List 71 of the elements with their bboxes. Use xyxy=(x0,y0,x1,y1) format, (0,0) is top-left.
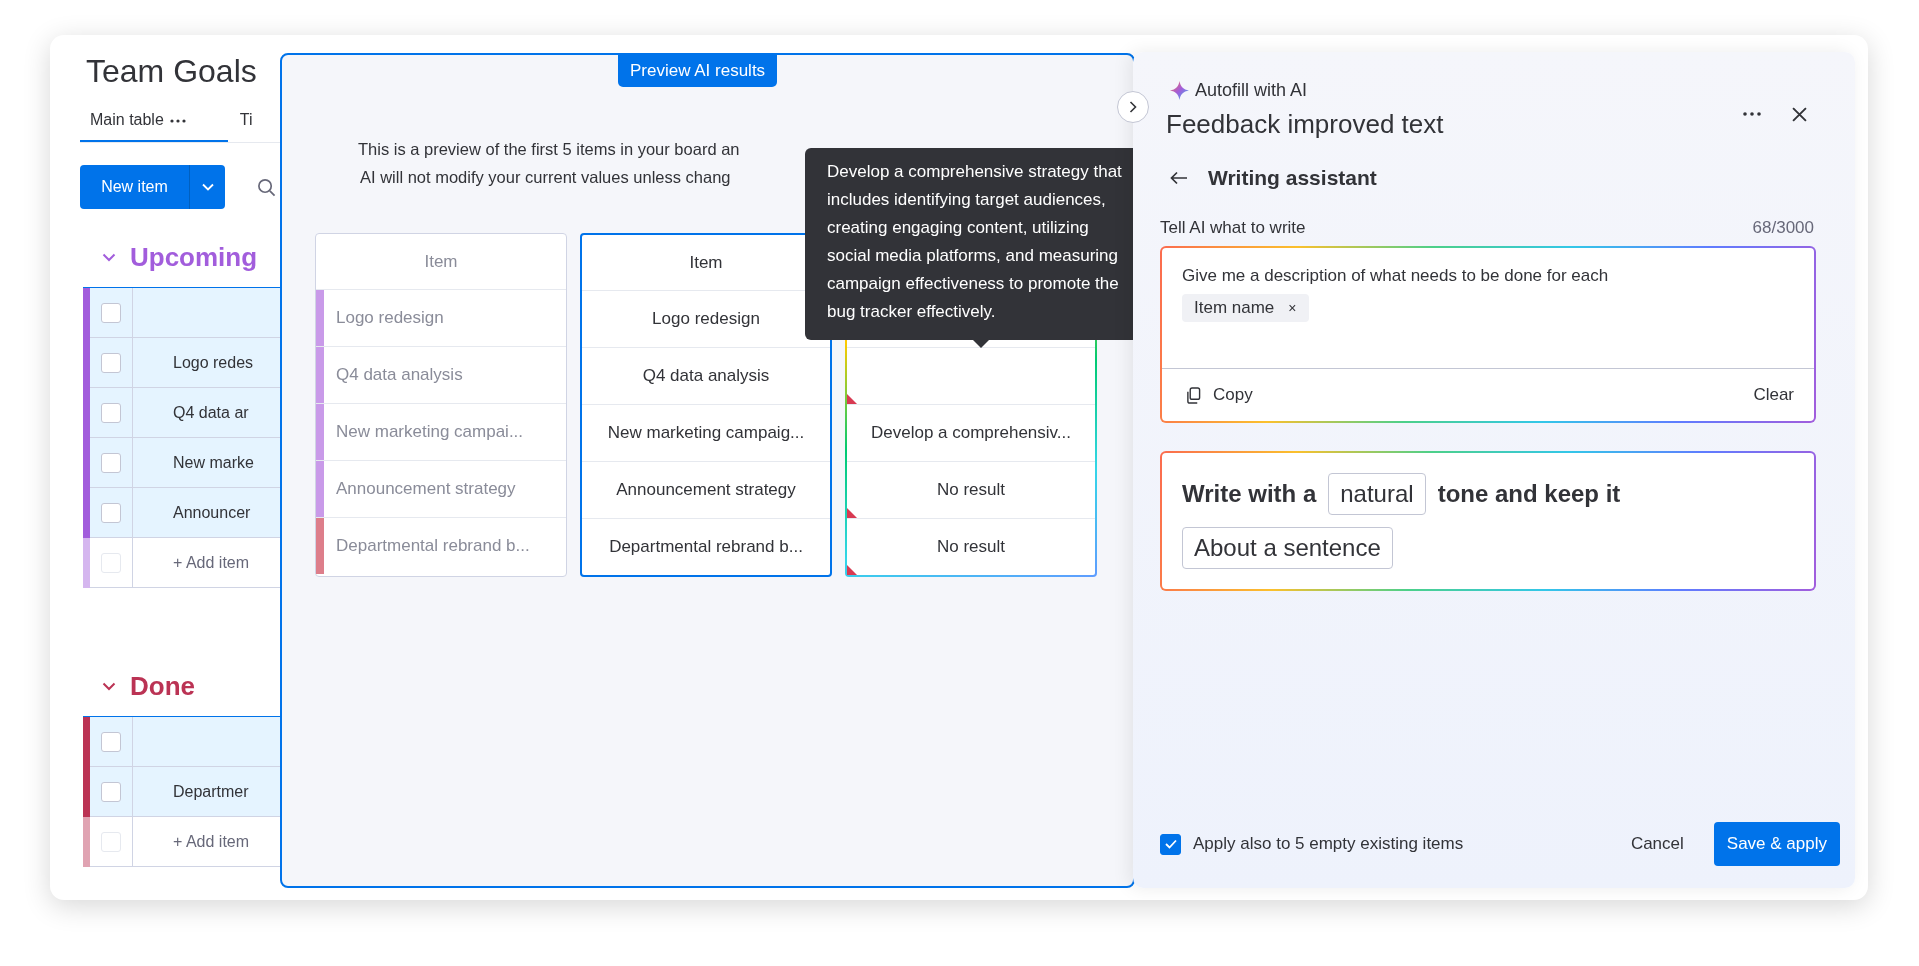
copy-button[interactable]: Copy xyxy=(1186,385,1253,405)
close-icon[interactable] xyxy=(1792,106,1807,122)
cancel-button[interactable]: Cancel xyxy=(1624,833,1690,855)
select-all-checkbox[interactable] xyxy=(101,302,121,323)
more-icon[interactable] xyxy=(169,119,186,123)
section-title: Writing assistant xyxy=(1208,166,1377,190)
copy-icon xyxy=(1186,386,1201,404)
more-icon[interactable] xyxy=(1742,112,1762,116)
table-cell: Announcement strategy xyxy=(336,479,516,499)
table-cell: Announcement strategy xyxy=(616,480,796,500)
table-cell: No result xyxy=(937,537,1005,557)
option-selector[interactable]: natural xyxy=(1328,473,1426,515)
item-name-chip[interactable]: Item name × xyxy=(1182,294,1309,322)
prompt-text: Give me a description of what needs to be done for each xyxy=(1182,266,1610,286)
row-checkbox[interactable] xyxy=(101,352,121,373)
item-name[interactable]: Q4 data ar xyxy=(173,403,249,422)
table-cell: Logo redesign xyxy=(336,308,444,328)
view-tab[interactable]: Ti xyxy=(229,100,263,142)
column-header: Item xyxy=(689,252,723,273)
table-cell: New marketing campai... xyxy=(336,422,524,442)
column-header: Item xyxy=(424,251,458,272)
table-cell: Q4 data analysis xyxy=(642,366,770,386)
save-apply-button[interactable]: Save & apply xyxy=(1713,822,1840,866)
item-name[interactable]: Announcer xyxy=(173,503,251,522)
table-cell: Departmental rebrand b... xyxy=(609,537,803,557)
add-row-color-bar xyxy=(83,538,90,588)
item-name[interactable]: Logo redes xyxy=(173,353,254,372)
preview-badge: Preview AI results xyxy=(618,55,778,87)
checkbox[interactable] xyxy=(1160,833,1181,855)
clear-button[interactable]: Clear xyxy=(1753,385,1794,405)
select-all-checkbox[interactable] xyxy=(101,731,121,752)
new-item-button[interactable]: New item xyxy=(80,165,189,209)
sentence-text: tone and keep it xyxy=(1437,480,1621,508)
dropdown-button[interactable] xyxy=(189,165,225,209)
row-checkbox[interactable] xyxy=(101,502,121,523)
checkbox-label: Apply also to 5 empty existing items xyxy=(1193,834,1465,854)
option-selector[interactable]: About a sentence xyxy=(1182,527,1393,569)
add-row-color-bar xyxy=(83,817,90,867)
group-title[interactable]: Done xyxy=(130,670,195,702)
item-name[interactable]: Departmer xyxy=(173,782,249,801)
preview-description: This is a preview of the first 5 items in your board an xyxy=(358,139,740,160)
item-name[interactable]: New marke xyxy=(173,453,254,472)
preview-description: AI will not modify your current values unless chang xyxy=(360,167,731,188)
field-label: Tell AI what to write xyxy=(1160,218,1306,238)
table-cell: New marketing campaig... xyxy=(607,423,805,443)
search-icon[interactable] xyxy=(257,177,276,197)
sentence-text: Write with a xyxy=(1182,480,1317,508)
collapse-icon[interactable] xyxy=(102,252,116,262)
back-arrow-icon[interactable] xyxy=(1170,171,1188,185)
panel-title: Feedback improved text xyxy=(1166,109,1444,140)
sparkle-icon xyxy=(1170,81,1189,100)
group-title[interactable]: Upcoming xyxy=(130,241,258,273)
collapse-icon[interactable] xyxy=(102,681,116,691)
row-checkbox[interactable] xyxy=(101,402,121,423)
row-checkbox[interactable] xyxy=(101,452,121,473)
character-counter: 68/3000 xyxy=(1752,218,1814,238)
table-cell: Develop a comprehensiv... xyxy=(871,423,1071,443)
table-cell: No result xyxy=(937,480,1005,500)
chevron-right-icon xyxy=(1129,101,1137,113)
caret-icon xyxy=(201,183,214,191)
table-cell: Q4 data analysis xyxy=(336,365,463,385)
table-cell: Logo redesign xyxy=(652,309,760,329)
add-item-link[interactable]: + Add item xyxy=(173,832,250,851)
add-item-link[interactable]: + Add item xyxy=(173,553,250,572)
view-tab[interactable]: Main table xyxy=(80,100,228,142)
row-checkbox[interactable] xyxy=(101,781,121,802)
panel-eyebrow: Autofill with AI xyxy=(1195,80,1308,101)
board-title: Team Goals xyxy=(86,53,257,90)
prompt-field[interactable]: Give me a description of what needs to be done for each Item name × Copy Clear xyxy=(1160,246,1816,423)
table-cell: Departmental rebrand b... xyxy=(336,536,530,556)
checkmark-icon xyxy=(1164,839,1177,849)
